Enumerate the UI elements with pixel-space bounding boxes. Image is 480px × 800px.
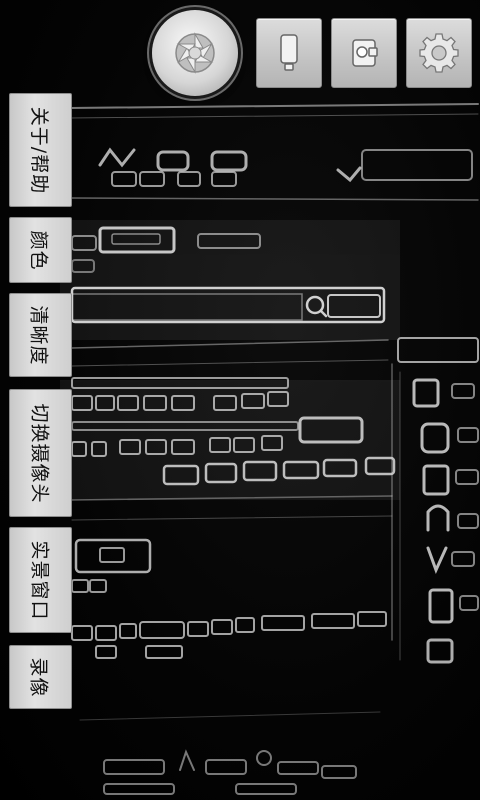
menu-live-window-label: 实景窗口 <box>28 539 51 621</box>
camera-switch-icon <box>352 39 378 67</box>
portrait-mode-button[interactable] <box>256 18 322 88</box>
gear-icon <box>419 33 459 73</box>
settings-button[interactable] <box>406 18 472 88</box>
menu-switch-camera[interactable]: 切换摄像头 <box>9 389 72 517</box>
menu-switch-camera-label: 切换摄像头 <box>28 402 51 504</box>
edge-detected-scene <box>60 103 479 795</box>
menu-about-help[interactable]: 关于/帮助 <box>9 93 72 207</box>
aperture-icon <box>175 32 215 74</box>
camera-switch-button[interactable] <box>331 18 397 88</box>
menu-color-label: 颜色 <box>27 229 50 271</box>
menu-clarity-label: 清晰度 <box>27 304 50 366</box>
camera-preview <box>0 0 480 800</box>
menu-about-help-label: 关于/帮助 <box>28 106 50 194</box>
menu-clarity[interactable]: 清晰度 <box>9 293 72 377</box>
menu-record-video[interactable]: 录像 <box>9 645 72 709</box>
menu-record-video-label: 录像 <box>27 656 50 698</box>
shutter-button[interactable] <box>152 10 238 96</box>
menu-live-window[interactable]: 实景窗口 <box>9 527 72 633</box>
portrait-mode-icon <box>280 34 298 71</box>
menu-color[interactable]: 颜色 <box>9 217 72 283</box>
